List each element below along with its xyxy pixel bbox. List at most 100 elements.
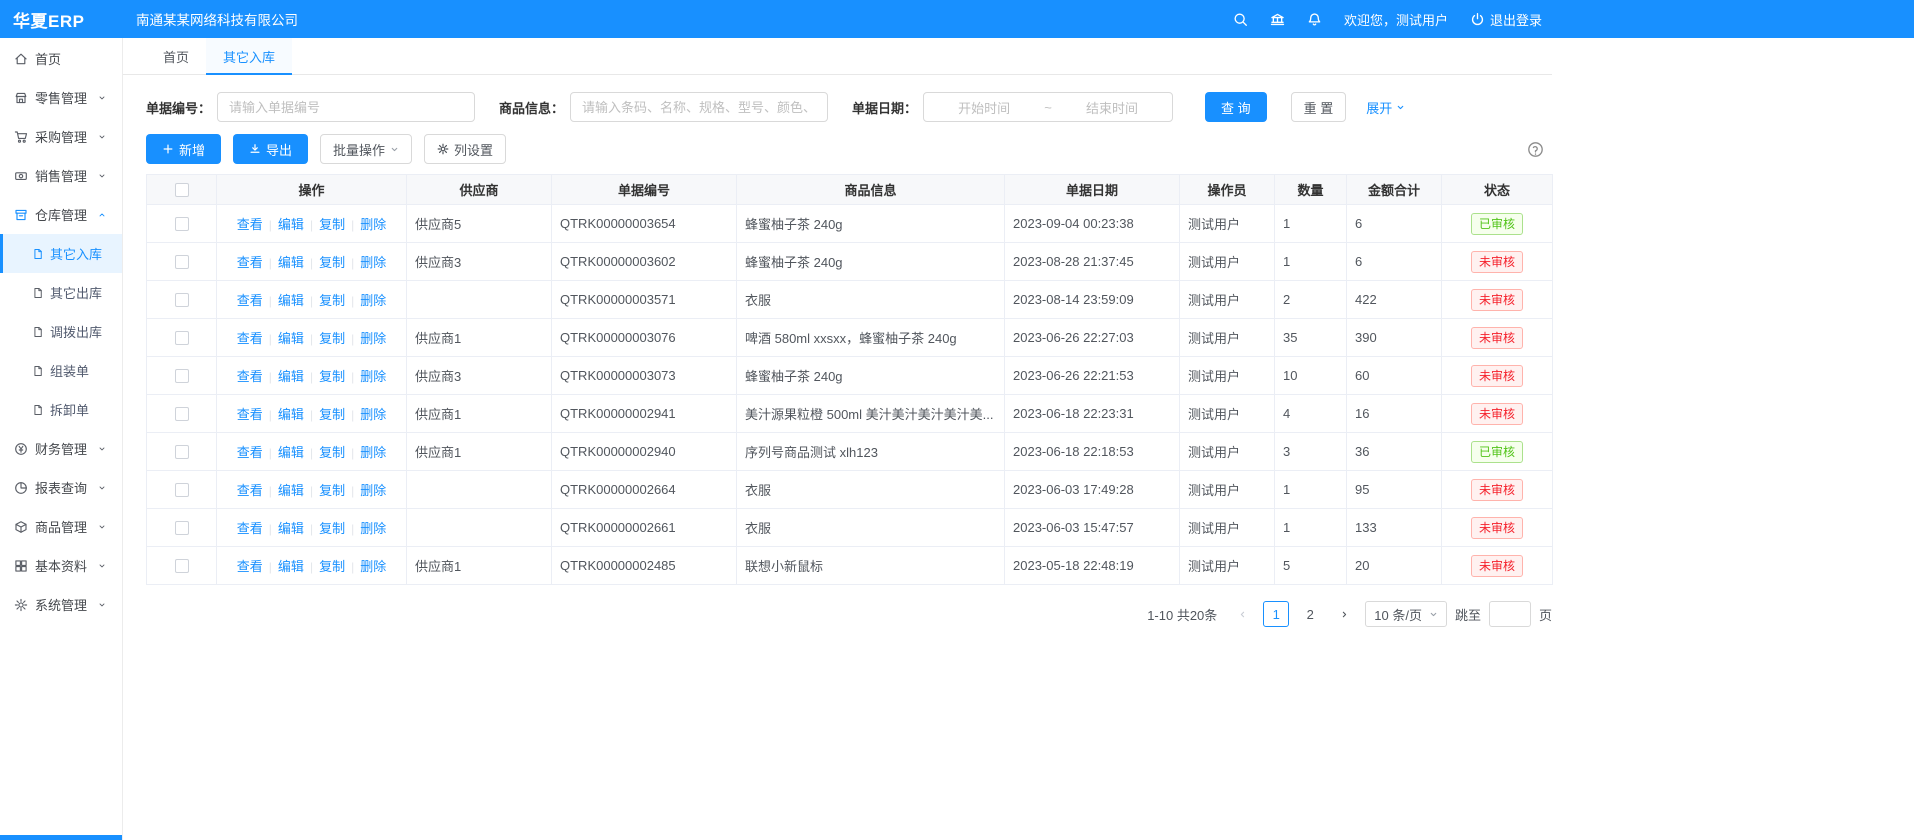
help-icon[interactable] xyxy=(1527,141,1544,158)
action-edit-link[interactable]: 编辑 xyxy=(278,559,304,574)
sidebar-subitem-transfer-outbound[interactable]: 调拨出库 xyxy=(0,312,122,351)
jump-page-input[interactable] xyxy=(1489,601,1531,627)
add-button[interactable]: 新增 xyxy=(146,134,221,164)
sidebar-item-purchase[interactable]: 采购管理 xyxy=(0,117,122,156)
action-delete-link[interactable]: 删除 xyxy=(360,331,386,346)
sidebar-item-basic-data[interactable]: 基本资料 xyxy=(0,546,122,585)
sidebar-subitem-assembly-order[interactable]: 组装单 xyxy=(0,351,122,390)
doc-no-input[interactable] xyxy=(217,92,475,122)
action-edit-link[interactable]: 编辑 xyxy=(278,407,304,422)
action-edit-link[interactable]: 编辑 xyxy=(278,293,304,308)
action-copy-link[interactable]: 复制 xyxy=(319,293,345,308)
action-view-link[interactable]: 查看 xyxy=(237,369,263,384)
row-checkbox[interactable] xyxy=(175,369,189,383)
row-checkbox[interactable] xyxy=(175,559,189,573)
action-delete-link[interactable]: 删除 xyxy=(360,559,386,574)
export-button[interactable]: 导出 xyxy=(233,134,308,164)
page-button-1[interactable]: 1 xyxy=(1263,601,1289,627)
action-view-link[interactable]: 查看 xyxy=(237,255,263,270)
expand-link[interactable]: 展开 xyxy=(1366,98,1405,117)
action-delete-link[interactable]: 删除 xyxy=(360,369,386,384)
action-view-link[interactable]: 查看 xyxy=(237,521,263,536)
sidebar-item-home[interactable]: 首页 xyxy=(0,39,122,78)
action-view-link[interactable]: 查看 xyxy=(237,407,263,422)
amount-cell: 95 xyxy=(1347,471,1442,509)
action-view-link[interactable]: 查看 xyxy=(237,293,263,308)
tab-home[interactable]: 首页 xyxy=(146,38,206,74)
logout-button[interactable]: 退出登录 xyxy=(1470,10,1542,29)
sidebar-item-retail[interactable]: 零售管理 xyxy=(0,78,122,117)
row-checkbox[interactable] xyxy=(175,445,189,459)
sidebar-item-finance[interactable]: 财务管理 xyxy=(0,429,122,468)
bank-icon[interactable] xyxy=(1270,12,1285,27)
action-copy-link[interactable]: 复制 xyxy=(319,331,345,346)
action-delete-link[interactable]: 删除 xyxy=(360,293,386,308)
action-delete-link[interactable]: 删除 xyxy=(360,521,386,536)
action-copy-link[interactable]: 复制 xyxy=(319,559,345,574)
action-delete-link[interactable]: 删除 xyxy=(360,255,386,270)
action-edit-link[interactable]: 编辑 xyxy=(278,521,304,536)
sidebar-item-report[interactable]: 报表查询 xyxy=(0,468,122,507)
action-copy-link[interactable]: 复制 xyxy=(319,445,345,460)
search-icon[interactable] xyxy=(1233,12,1248,27)
action-edit-link[interactable]: 编辑 xyxy=(278,483,304,498)
batch-operations-button[interactable]: 批量操作 xyxy=(320,134,412,164)
sidebar-item-system[interactable]: 系统管理 xyxy=(0,585,122,624)
column-settings-button[interactable]: 列设置 xyxy=(424,134,506,164)
row-checkbox[interactable] xyxy=(175,255,189,269)
search-button[interactable]: 查 询 xyxy=(1205,92,1267,122)
action-edit-link[interactable]: 编辑 xyxy=(278,331,304,346)
action-edit-link[interactable]: 编辑 xyxy=(278,255,304,270)
sidebar-subitem-label: 其它出库 xyxy=(50,283,102,302)
sidebar-item-sales[interactable]: 销售管理 xyxy=(0,156,122,195)
action-delete-link[interactable]: 删除 xyxy=(360,217,386,232)
reset-button[interactable]: 重 置 xyxy=(1291,92,1347,122)
export-label: 导出 xyxy=(266,140,292,159)
action-view-link[interactable]: 查看 xyxy=(237,217,263,232)
page-size-select[interactable]: 10 条/页 xyxy=(1365,601,1447,627)
amount-cell: 16 xyxy=(1347,395,1442,433)
action-edit-link[interactable]: 编辑 xyxy=(278,217,304,232)
row-checkbox[interactable] xyxy=(175,217,189,231)
action-copy-link[interactable]: 复制 xyxy=(319,217,345,232)
action-copy-link[interactable]: 复制 xyxy=(319,407,345,422)
action-delete-link[interactable]: 删除 xyxy=(360,445,386,460)
sidebar-subitem-other-inbound[interactable]: 其它入库 xyxy=(0,234,122,273)
bell-icon[interactable] xyxy=(1307,12,1322,27)
action-view-link[interactable]: 查看 xyxy=(237,331,263,346)
sidebar-item-goods[interactable]: 商品管理 xyxy=(0,507,122,546)
sidebar-item-warehouse[interactable]: 仓库管理 xyxy=(0,195,122,234)
sidebar: 首页零售管理采购管理销售管理仓库管理其它入库其它出库调拨出库组装单拆卸单财务管理… xyxy=(0,38,123,840)
action-copy-link[interactable]: 复制 xyxy=(319,369,345,384)
action-delete-link[interactable]: 删除 xyxy=(360,407,386,422)
action-copy-link[interactable]: 复制 xyxy=(319,255,345,270)
jump-label: 跳至 xyxy=(1455,605,1481,624)
select-all-checkbox[interactable] xyxy=(175,183,189,197)
sidebar-subitem-disassembly-order[interactable]: 拆卸单 xyxy=(0,390,122,429)
plus-icon xyxy=(162,143,174,155)
sidebar-subitem-other-outbound[interactable]: 其它出库 xyxy=(0,273,122,312)
action-copy-link[interactable]: 复制 xyxy=(319,521,345,536)
action-view-link[interactable]: 查看 xyxy=(237,445,263,460)
row-checkbox[interactable] xyxy=(175,407,189,421)
action-edit-link[interactable]: 编辑 xyxy=(278,369,304,384)
row-checkbox[interactable] xyxy=(175,483,189,497)
row-checkbox[interactable] xyxy=(175,521,189,535)
action-separator: | xyxy=(351,332,354,346)
pagination: 1-10 共20条 12 10 条/页 跳至 页 xyxy=(146,601,1552,627)
action-view-link[interactable]: 查看 xyxy=(237,559,263,574)
next-page-button[interactable] xyxy=(1331,601,1357,627)
row-checkbox[interactable] xyxy=(175,293,189,307)
tab-other-inbound[interactable]: 其它入库 xyxy=(206,38,292,74)
action-delete-link[interactable]: 删除 xyxy=(360,483,386,498)
row-checkbox[interactable] xyxy=(175,331,189,345)
quantity-cell: 10 xyxy=(1275,357,1347,395)
prev-page-button[interactable] xyxy=(1229,601,1255,627)
page-button-2[interactable]: 2 xyxy=(1297,601,1323,627)
product-info-input[interactable] xyxy=(570,92,828,122)
action-edit-link[interactable]: 编辑 xyxy=(278,445,304,460)
date-range-picker[interactable]: 开始时间 ~ 结束时间 xyxy=(923,92,1173,122)
status-badge: 未审核 xyxy=(1471,403,1523,425)
action-copy-link[interactable]: 复制 xyxy=(319,483,345,498)
action-view-link[interactable]: 查看 xyxy=(237,483,263,498)
